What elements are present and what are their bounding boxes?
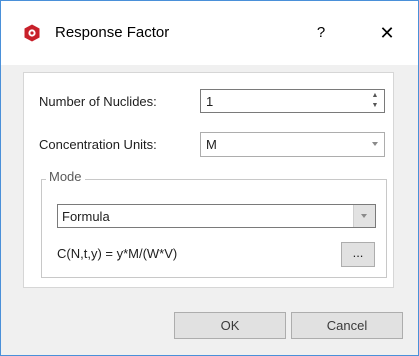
help-button[interactable]: ?	[306, 15, 336, 51]
edit-formula-button[interactable]: ...	[341, 242, 375, 267]
title-bar[interactable]: Response Factor ? ✕	[1, 1, 418, 65]
window-title: Response Factor	[55, 24, 170, 41]
units-label: Concentration Units:	[39, 137, 157, 152]
chevron-down-icon	[372, 142, 378, 146]
nuclides-label: Number of Nuclides:	[39, 94, 157, 109]
nuclides-value: 1	[206, 94, 214, 109]
units-value: M	[206, 137, 217, 152]
cancel-button[interactable]: Cancel	[291, 312, 403, 339]
app-logo-icon	[24, 24, 40, 42]
mode-group	[41, 179, 387, 278]
spin-up-icon[interactable]: ▲	[370, 91, 380, 101]
spin-arrows-icon[interactable]: ▲ ▼	[370, 91, 380, 111]
formula-text: C(N,t,y) = y*M/(W*V)	[57, 246, 178, 261]
mode-value: Formula	[62, 209, 110, 224]
response-factor-dialog: Response Factor ? ✕ Number of Nuclides: …	[0, 0, 419, 356]
mode-dropdown-button[interactable]	[353, 205, 375, 227]
ok-button[interactable]: OK	[174, 312, 286, 339]
mode-group-title: Mode	[46, 169, 85, 184]
units-dropdown[interactable]: M	[200, 132, 385, 157]
close-button[interactable]: ✕	[369, 15, 405, 51]
nuclides-spinbox[interactable]: 1 ▲ ▼	[200, 89, 385, 113]
spin-down-icon[interactable]: ▼	[370, 101, 380, 111]
mode-dropdown[interactable]: Formula	[57, 204, 376, 228]
chevron-down-icon	[361, 214, 367, 218]
